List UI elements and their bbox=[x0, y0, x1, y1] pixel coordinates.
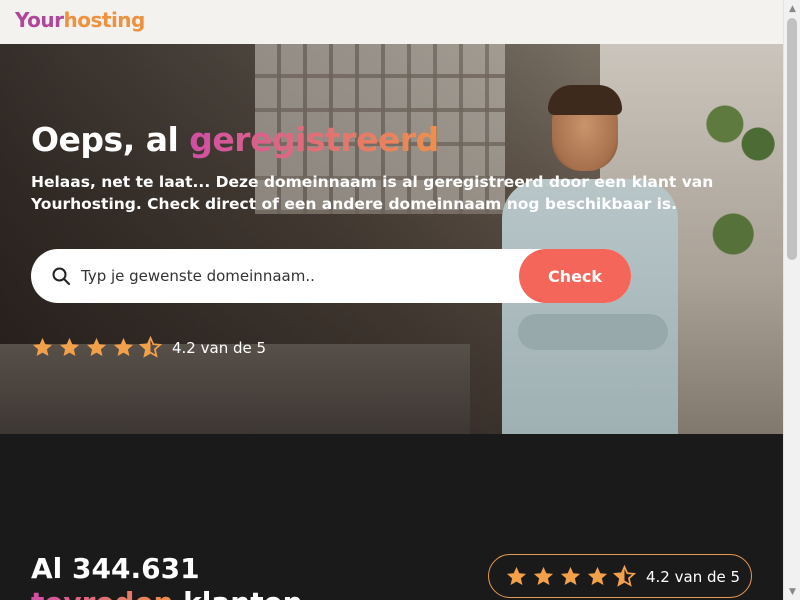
badge-rating: 4.2 van de 5 bbox=[505, 565, 740, 588]
stat-rest: klanten bbox=[173, 586, 302, 600]
domain-search-input[interactable] bbox=[81, 256, 511, 296]
logo-part-hosting: hosting bbox=[63, 8, 146, 32]
badge-rating-text: 4.2 van de 5 bbox=[646, 567, 741, 586]
half-star-icon bbox=[139, 336, 162, 358]
person-shirt bbox=[502, 179, 678, 434]
stat-highlight: tevreden bbox=[31, 586, 173, 600]
scrollbar-thumb[interactable] bbox=[787, 18, 797, 260]
title-highlight: geregistreerd bbox=[189, 120, 439, 159]
customer-stats-section: Al 344.631 tevreden klanten 4.2 van de 5 bbox=[0, 434, 783, 600]
hero-subtitle: Helaas, net te laat... Deze domeinnaam i… bbox=[31, 173, 714, 213]
star-icon bbox=[506, 566, 527, 586]
yourhosting-logo[interactable]: Yourhosting bbox=[15, 8, 145, 32]
star-icon bbox=[113, 337, 134, 357]
top-navigation-bar: Yourhosting bbox=[0, 0, 783, 44]
domain-search-form: Check bbox=[31, 249, 631, 303]
rating-text: 4.2 van de 5 bbox=[172, 338, 267, 357]
star-icon bbox=[533, 566, 554, 586]
star-icon bbox=[59, 337, 80, 357]
person-arms bbox=[518, 314, 668, 350]
hero-rating: 4.2 van de 5 bbox=[31, 336, 266, 359]
check-button[interactable]: Check bbox=[519, 249, 631, 303]
star-icon bbox=[560, 566, 581, 586]
logo-part-your: Your bbox=[15, 8, 64, 32]
page-title: Oeps, al geregistreerd bbox=[31, 120, 439, 159]
page-scrollbar[interactable]: ▲ ▼ bbox=[783, 0, 800, 600]
search-icon bbox=[52, 267, 70, 285]
customer-count: Al 344.631 bbox=[31, 552, 200, 585]
scroll-down-arrow-icon[interactable]: ▼ bbox=[784, 583, 800, 600]
title-prefix: Oeps, al bbox=[31, 120, 190, 159]
hero-section: Oeps, al geregistreerd Helaas, net te la… bbox=[0, 44, 783, 434]
star-icon bbox=[86, 337, 107, 357]
customer-count-subtitle: tevreden klanten bbox=[31, 586, 303, 600]
scroll-up-arrow-icon[interactable]: ▲ bbox=[784, 0, 800, 17]
rating-badge[interactable]: 4.2 van de 5 bbox=[488, 554, 752, 598]
star-icon bbox=[587, 566, 608, 586]
half-star-icon bbox=[613, 565, 636, 587]
person-hair bbox=[548, 85, 622, 115]
star-icon bbox=[32, 337, 53, 357]
